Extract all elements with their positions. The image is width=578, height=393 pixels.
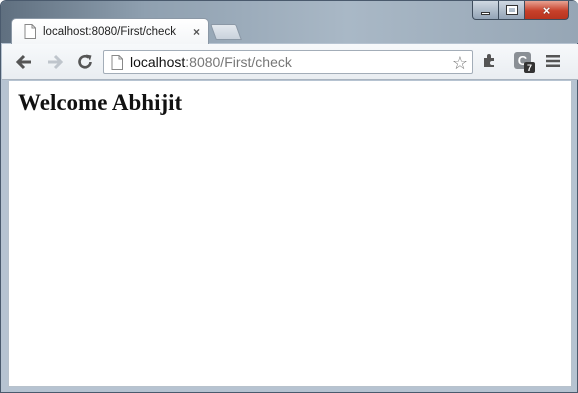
new-tab-button[interactable] [210, 24, 242, 40]
back-arrow-icon[interactable] [15, 53, 33, 71]
url-path: :8080/First/check [185, 54, 292, 70]
forward-arrow-icon[interactable] [46, 53, 64, 71]
minimize-icon [481, 11, 490, 15]
page-content: Welcome Abhijit [8, 81, 572, 387]
browser-tab[interactable]: localhost:8080/First/check × [11, 18, 209, 44]
star-icon[interactable]: ☆ [452, 53, 468, 74]
window-controls: × [472, 1, 569, 20]
extension-count: 7 [527, 63, 532, 73]
tab-close-icon[interactable]: × [193, 25, 200, 39]
hamburger-menu-icon[interactable] [546, 54, 560, 73]
minimize-button[interactable] [472, 1, 499, 20]
close-icon: × [542, 2, 551, 18]
close-window-button[interactable]: × [525, 1, 569, 20]
maximize-button[interactable] [499, 1, 525, 20]
page-heading: Welcome Abhijit [18, 90, 183, 115]
puzzle-extension-icon[interactable] [480, 52, 498, 75]
page-icon [24, 24, 36, 39]
address-bar[interactable]: localhost:8080/First/check ☆ [103, 50, 473, 74]
page-icon [111, 54, 123, 70]
c-badge-icon[interactable]: C 7 [512, 50, 536, 74]
browser-window: × localhost:8080/First/check × localhost… [0, 0, 578, 393]
maximize-icon [505, 5, 518, 15]
toolbar: localhost:8080/First/check ☆ C 7 [2, 44, 578, 80]
reload-icon[interactable] [76, 53, 94, 71]
url-host: localhost [130, 54, 186, 70]
tab-title: localhost:8080/First/check [43, 25, 176, 38]
